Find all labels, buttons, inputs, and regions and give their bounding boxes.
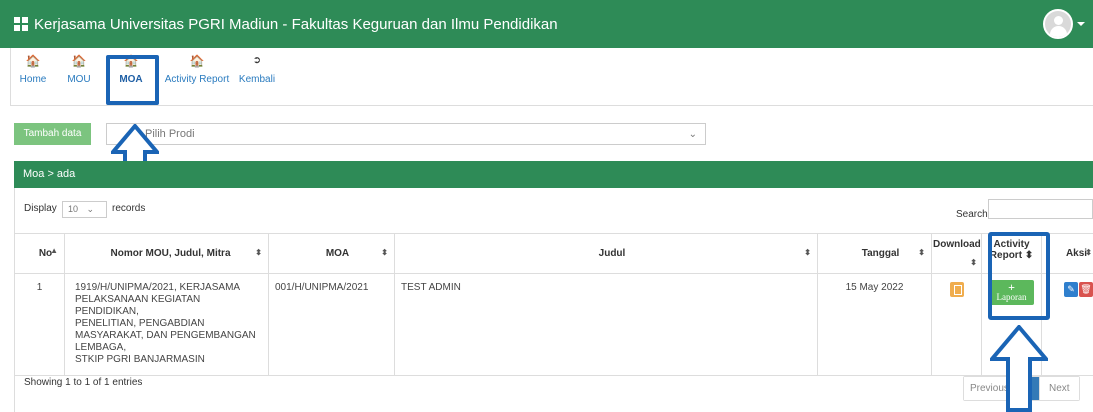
sort-icon: ⬍ xyxy=(1085,248,1092,257)
arrow-up-icon xyxy=(990,325,1048,412)
app-title: Kerjasama Universitas PGRI Madiun - Faku… xyxy=(34,15,558,33)
highlight-box-activity-report xyxy=(988,232,1050,320)
sign-out-icon: ➲ xyxy=(252,55,262,66)
home-icon: 🏠 xyxy=(71,54,87,68)
nav-activity-report-label: Activity Report xyxy=(164,74,230,85)
module-nav: 🏠 Home 🏠 MOU 🏠 MOA 🏠 Activity Report ➲ K… xyxy=(10,48,1093,106)
th-large-icon xyxy=(14,17,28,31)
nav-home[interactable]: 🏠 Home xyxy=(18,54,48,85)
records-per-page-value: 10 xyxy=(68,204,79,214)
nav-mou[interactable]: 🏠 MOU xyxy=(64,54,94,85)
nav-activity-report[interactable]: 🏠 Activity Report xyxy=(161,54,233,85)
search-input[interactable] xyxy=(988,199,1093,219)
sort-icon: ⬍ xyxy=(381,248,388,257)
caret-down-icon[interactable] xyxy=(1077,22,1085,26)
highlight-box-moa xyxy=(106,55,159,105)
home-icon: 🏠 xyxy=(189,54,205,68)
panel-breadcrumb: Moa > ada xyxy=(14,161,1093,188)
chevron-down-icon: ⌄ xyxy=(86,204,95,214)
column-header-tanggal[interactable]: Tanggal ⬍ xyxy=(817,233,932,274)
column-header-moa[interactable]: MOA ⬍ xyxy=(268,233,395,274)
tambah-data-button[interactable]: Tambah data xyxy=(14,123,91,145)
prodi-select[interactable]: Pilih Prodi ⌄ xyxy=(106,123,706,145)
nav-kembali-label: Kembali xyxy=(238,74,276,85)
trash-icon[interactable]: 🗑 xyxy=(1079,282,1093,297)
chevron-down-icon: ⌄ xyxy=(688,129,697,140)
column-header-nomor[interactable]: Nomor MOU, Judul, Mitra ⬍ xyxy=(64,233,269,274)
cell-download xyxy=(931,273,982,376)
table-row: 1 1919/H/UNIPMA/2021, KERJASAMA PELAKSAN… xyxy=(14,273,1093,376)
sort-asc-icon: ▲ xyxy=(50,246,58,255)
file-download-icon[interactable] xyxy=(949,282,964,297)
search-label: Search: xyxy=(956,209,991,220)
nav-home-label: Home xyxy=(19,74,47,85)
records-label: records xyxy=(112,203,146,214)
cell-judul: TEST ADMIN xyxy=(394,273,818,376)
sort-icon: ⬍ xyxy=(970,258,977,267)
nav-mou-label: MOU xyxy=(67,74,91,85)
column-header-no[interactable]: No ▲ xyxy=(14,233,65,274)
user-avatar-icon[interactable] xyxy=(1043,9,1073,39)
display-label: Display xyxy=(24,203,57,214)
moa-table: No ▲ Nomor MOU, Judul, Mitra ⬍ MOA ⬍ Judul ⬍… xyxy=(14,233,1093,376)
sort-icon: ⬍ xyxy=(918,248,925,257)
user-menu[interactable] xyxy=(1043,9,1085,39)
showing-entries: Showing 1 to 1 of 1 entries xyxy=(24,377,143,388)
cell-nomor: 1919/H/UNIPMA/2021, KERJASAMA PELAKSANAA… xyxy=(64,273,269,376)
sort-icon: ⬍ xyxy=(804,248,811,257)
top-navbar: Kerjasama Universitas PGRI Madiun - Faku… xyxy=(0,0,1093,48)
cell-no: 1 xyxy=(14,273,65,376)
home-icon: 🏠 xyxy=(25,54,41,68)
pencil-icon[interactable]: ✎ xyxy=(1064,282,1078,297)
column-header-download[interactable]: Download ⬍ xyxy=(931,233,982,274)
cell-moa: 001/H/UNIPMA/2021 xyxy=(268,273,395,376)
column-header-judul[interactable]: Judul ⬍ xyxy=(394,233,818,274)
sort-icon: ⬍ xyxy=(255,248,262,257)
table-header-row: No ▲ Nomor MOU, Judul, Mitra ⬍ MOA ⬍ Judul ⬍… xyxy=(14,233,1093,274)
nav-kembali[interactable]: ➲ Kembali xyxy=(237,54,277,85)
records-per-page-select[interactable]: 10 ⌄ xyxy=(62,201,107,218)
cell-tanggal: 15 May 2022 xyxy=(817,273,932,376)
